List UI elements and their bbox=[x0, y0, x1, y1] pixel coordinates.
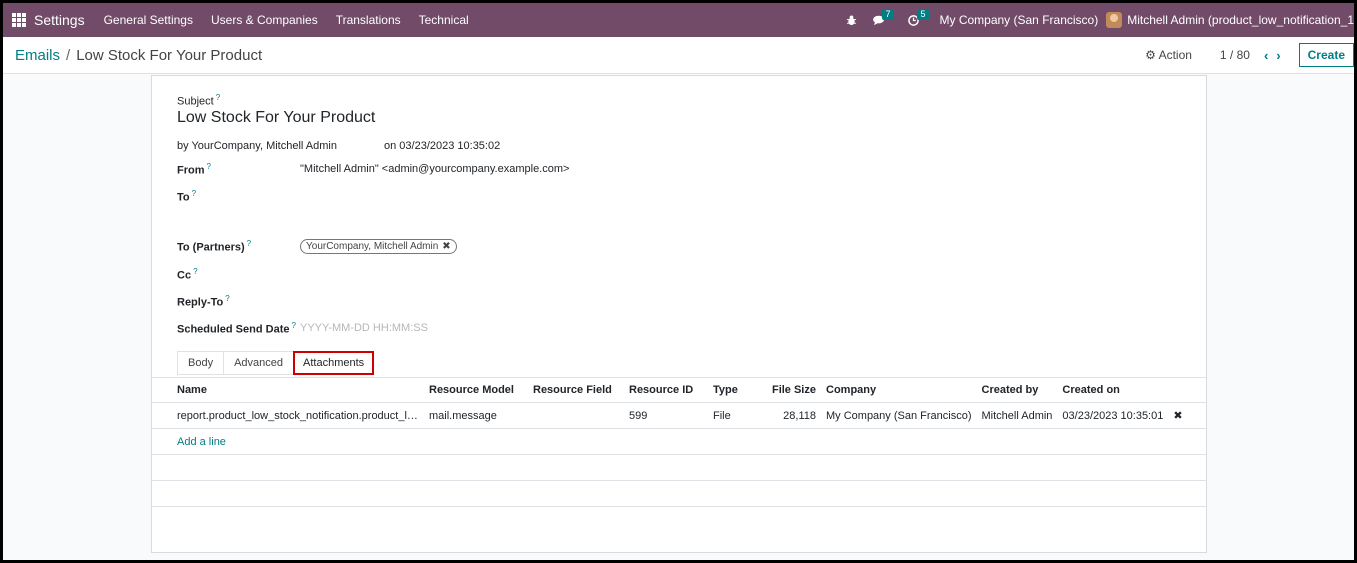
author-line: by YourCompany, Mitchell Admin bbox=[177, 140, 337, 152]
help-icon: ? bbox=[246, 239, 252, 248]
column-header-actions bbox=[1168, 377, 1206, 403]
user-name: Mitchell Admin (product_low_notification… bbox=[1127, 13, 1354, 27]
from-label: From? bbox=[177, 162, 211, 177]
breadcrumb-separator: / bbox=[66, 46, 71, 64]
breadcrumb-current: Low Stock For Your Product bbox=[76, 46, 263, 64]
help-icon: ? bbox=[206, 162, 211, 171]
debug-bug-icon[interactable] bbox=[846, 14, 857, 26]
empty-row bbox=[152, 454, 1206, 481]
apps-menu-icon[interactable] bbox=[12, 13, 26, 27]
scheduled-send-date-input[interactable]: YYYY-MM-DD HH:MM:SS bbox=[300, 322, 428, 334]
messages-icon[interactable]: 7 bbox=[873, 8, 894, 26]
menu-technical[interactable]: Technical bbox=[419, 13, 469, 27]
company-switcher[interactable]: My Company (San Francisco) bbox=[939, 13, 1098, 27]
help-icon: ? bbox=[291, 321, 296, 330]
column-header-name[interactable]: Name bbox=[152, 377, 424, 403]
systray: 7 5 My Company (San Francisco) Mitchell … bbox=[838, 3, 1354, 37]
subject-label: Subject? bbox=[177, 93, 221, 108]
partner-tag[interactable]: YourCompany, Mitchell Admin ✖ bbox=[300, 239, 457, 254]
cell-created-on[interactable]: 03/23/2023 10:35:01 bbox=[1057, 402, 1169, 429]
cell-delete: ✖ bbox=[1168, 402, 1206, 429]
remove-tag-icon[interactable]: ✖ bbox=[442, 241, 450, 252]
user-menu[interactable]: Mitchell Admin (product_low_notification… bbox=[1106, 12, 1354, 28]
app-window: Settings General Settings Users & Compan… bbox=[3, 3, 1354, 560]
help-icon: ? bbox=[215, 93, 221, 102]
control-panel: Emails / Low Stock For Your Product ⚙ Acti… bbox=[3, 37, 1354, 74]
cell-resource-field[interactable] bbox=[528, 402, 624, 429]
breadcrumb-emails-link[interactable]: Emails bbox=[15, 47, 60, 64]
cell-resource-id[interactable]: 599 bbox=[624, 402, 708, 429]
control-right: ⚙ Action 1 / 80 ‹ › Create bbox=[1145, 43, 1354, 67]
cell-resource-model[interactable]: mail.message bbox=[424, 402, 528, 429]
delete-row-icon[interactable]: ✖ bbox=[1173, 410, 1182, 422]
notebook-tabs: Body Advanced Attachments bbox=[177, 351, 375, 375]
table-row[interactable]: report.product_low_stock_notification.pr… bbox=[152, 402, 1206, 429]
help-icon: ? bbox=[193, 267, 198, 276]
activities-count-badge: 5 bbox=[917, 8, 929, 20]
menu-users-companies[interactable]: Users & Companies bbox=[211, 13, 318, 27]
action-label: Action bbox=[1158, 48, 1192, 62]
pager-previous-icon[interactable]: ‹ bbox=[1264, 48, 1268, 63]
tab-attachments[interactable]: Attachments bbox=[293, 351, 375, 375]
to-label: To? bbox=[177, 189, 197, 204]
action-menu-button[interactable]: ⚙ Action bbox=[1145, 48, 1192, 62]
pager-value[interactable]: 1 / 80 bbox=[1220, 48, 1250, 62]
user-avatar bbox=[1106, 12, 1123, 28]
column-header-resource-field[interactable]: Resource Field bbox=[528, 377, 624, 403]
reply-to-label: Reply-To? bbox=[177, 294, 230, 309]
menu-general-settings[interactable]: General Settings bbox=[104, 13, 193, 27]
breadcrumb: Emails / Low Stock For Your Product bbox=[15, 47, 262, 64]
activities-clock-icon[interactable]: 5 bbox=[908, 8, 929, 26]
cell-type[interactable]: File bbox=[708, 402, 760, 429]
cell-name[interactable]: report.product_low_stock_notification.pr… bbox=[152, 402, 424, 429]
form-sheet: Subject? Low Stock For Your Product by Y… bbox=[151, 75, 1207, 553]
add-line-row: Add a line bbox=[152, 428, 1206, 455]
help-icon: ? bbox=[225, 294, 230, 303]
tab-advanced[interactable]: Advanced bbox=[223, 351, 295, 375]
create-button[interactable]: Create bbox=[1298, 43, 1354, 67]
from-field[interactable]: "Mitchell Admin" <admin@yourcompany.exam… bbox=[300, 163, 569, 175]
column-header-resource-id[interactable]: Resource ID bbox=[624, 377, 708, 403]
help-icon: ? bbox=[191, 189, 197, 198]
pager-next-icon[interactable]: › bbox=[1276, 48, 1280, 63]
subject-value[interactable]: Low Stock For Your Product bbox=[177, 109, 375, 127]
cell-created-by[interactable]: Mitchell Admin bbox=[976, 402, 1058, 429]
column-header-created-on[interactable]: Created on bbox=[1057, 377, 1169, 403]
app-name[interactable]: Settings bbox=[34, 12, 85, 28]
top-navbar: Settings General Settings Users & Compan… bbox=[3, 3, 1354, 37]
column-header-file-size[interactable]: File Size bbox=[760, 377, 821, 403]
column-header-resource-model[interactable]: Resource Model bbox=[424, 377, 528, 403]
table-header-row: Name Resource Model Resource Field Resou… bbox=[152, 377, 1206, 403]
partner-tag-label: YourCompany, Mitchell Admin bbox=[306, 241, 439, 252]
to-partners-label: To (Partners)? bbox=[177, 239, 252, 254]
column-header-company[interactable]: Company bbox=[821, 377, 977, 403]
scheduled-send-date-label: Scheduled Send Date? bbox=[177, 321, 296, 336]
date-line: on 03/23/2023 10:35:02 bbox=[384, 140, 501, 152]
attachments-table: Name Resource Model Resource Field Resou… bbox=[152, 377, 1206, 507]
column-header-created-by[interactable]: Created by bbox=[976, 377, 1058, 403]
tab-body[interactable]: Body bbox=[177, 351, 225, 375]
menu-translations[interactable]: Translations bbox=[336, 13, 401, 27]
cell-file-size[interactable]: 28,118 bbox=[760, 402, 821, 429]
cc-label: Cc? bbox=[177, 267, 198, 282]
empty-row bbox=[152, 480, 1206, 507]
cell-company[interactable]: My Company (San Francisco) bbox=[821, 402, 977, 429]
gear-icon: ⚙ bbox=[1145, 48, 1156, 62]
column-header-type[interactable]: Type bbox=[708, 377, 760, 403]
messages-count-badge: 7 bbox=[882, 8, 894, 20]
add-a-line-link[interactable]: Add a line bbox=[177, 436, 226, 448]
